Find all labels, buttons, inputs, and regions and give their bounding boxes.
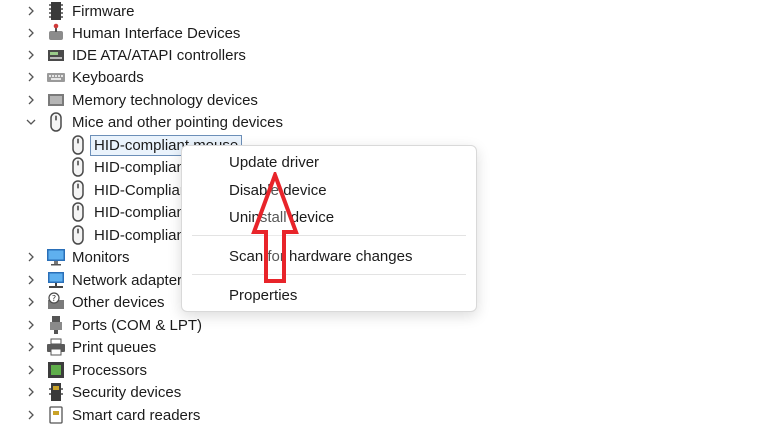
chevron-right-icon[interactable] xyxy=(24,93,38,107)
memory-icon xyxy=(46,90,66,110)
chevron-right-icon[interactable] xyxy=(24,295,38,309)
unknown-device-icon: ? xyxy=(46,292,66,312)
mouse-icon xyxy=(68,135,88,155)
tree-item-label: Print queues xyxy=(72,338,157,356)
keyboard-icon xyxy=(46,67,66,87)
smart-card-reader-icon xyxy=(46,405,66,425)
tree-item-human-interface-devices[interactable]: Human Interface Devices xyxy=(24,22,240,44)
hid-icon xyxy=(46,23,66,43)
chevron-right-icon[interactable] xyxy=(24,340,38,354)
chevron-right-icon[interactable] xyxy=(24,273,38,287)
menu-separator xyxy=(192,274,466,275)
menu-item-scan-hardware-changes[interactable]: Scan for hardware changes xyxy=(229,246,412,268)
tree-item-label: Firmware xyxy=(72,2,135,20)
tree-item-label: IDE ATA/ATAPI controllers xyxy=(72,46,246,64)
ide-controller-icon xyxy=(46,45,66,65)
tree-item-keyboards[interactable]: Keyboards xyxy=(24,66,144,88)
tree-item-label: Keyboards xyxy=(72,68,144,86)
firmware-icon xyxy=(46,1,66,21)
menu-item-properties[interactable]: Properties xyxy=(229,285,297,307)
monitor-icon xyxy=(46,247,66,267)
tree-item-label: Memory technology devices xyxy=(72,91,258,109)
mouse-icon xyxy=(68,225,88,245)
tree-item-label: Smart card readers xyxy=(72,406,201,424)
chevron-down-icon[interactable] xyxy=(24,115,38,129)
mouse-icon xyxy=(68,157,88,177)
security-device-icon xyxy=(46,382,66,402)
tree-item-label: Monitors xyxy=(72,248,130,266)
printer-icon xyxy=(46,337,66,357)
menu-separator xyxy=(192,235,466,236)
menu-item-uninstall-device[interactable]: Uninstall device xyxy=(229,207,334,229)
tree-item-label: Mice and other pointing devices xyxy=(72,113,283,131)
tree-child-hid-mouse[interactable]: HID-complian xyxy=(68,224,185,246)
mouse-icon xyxy=(46,112,66,132)
tree-item-label: Other devices xyxy=(72,293,165,311)
tree-item-security-devices[interactable]: Security devices xyxy=(24,381,181,403)
chevron-right-icon[interactable] xyxy=(24,408,38,422)
tree-item-print-queues[interactable]: Print queues xyxy=(24,336,156,358)
tree-item-firmware[interactable]: Firmware xyxy=(24,0,135,22)
svg-text:?: ? xyxy=(52,294,56,303)
mouse-icon xyxy=(68,202,88,222)
tree-child-label: HID-complian xyxy=(94,203,185,221)
tree-item-processors[interactable]: Processors xyxy=(24,359,147,381)
context-menu: Update driver Disable device Uninstall d… xyxy=(181,145,477,312)
chevron-right-icon[interactable] xyxy=(24,250,38,264)
tree-item-network-adapters[interactable]: Network adapters xyxy=(24,269,190,291)
menu-item-disable-device[interactable]: Disable device xyxy=(229,180,327,202)
tree-item-mice-and-other-pointing-devices[interactable]: Mice and other pointing devices xyxy=(24,111,283,133)
chevron-right-icon[interactable] xyxy=(24,363,38,377)
tree-child-hid-mouse[interactable]: HID-Complian xyxy=(68,179,188,201)
tree-child-label: HID-Complian xyxy=(94,181,189,199)
network-adapter-icon xyxy=(46,270,66,290)
chevron-right-icon[interactable] xyxy=(24,48,38,62)
chevron-right-icon[interactable] xyxy=(24,318,38,332)
tree-item-label: Network adapters xyxy=(72,271,190,289)
tree-child-hid-mouse[interactable]: HID-complian xyxy=(68,156,185,178)
tree-child-label: HID-complian xyxy=(94,158,185,176)
port-icon xyxy=(46,315,66,335)
tree-item-monitors[interactable]: Monitors xyxy=(24,246,130,268)
processor-icon xyxy=(46,360,66,380)
tree-child-label: HID-complian xyxy=(94,226,185,244)
tree-item-smart-card-readers[interactable]: Smart card readers xyxy=(24,404,200,426)
chevron-right-icon[interactable] xyxy=(24,26,38,40)
chevron-right-icon[interactable] xyxy=(24,385,38,399)
tree-item-label: Human Interface Devices xyxy=(72,24,241,42)
tree-item-ports[interactable]: Ports (COM & LPT) xyxy=(24,314,202,336)
chevron-right-icon[interactable] xyxy=(24,4,38,18)
chevron-right-icon[interactable] xyxy=(24,70,38,84)
tree-item-ide-ata-atapi-controllers[interactable]: IDE ATA/ATAPI controllers xyxy=(24,44,246,66)
tree-item-label: Security devices xyxy=(72,383,182,401)
tree-item-memory-technology-devices[interactable]: Memory technology devices xyxy=(24,89,258,111)
mouse-icon xyxy=(68,180,88,200)
menu-item-update-driver[interactable]: Update driver xyxy=(229,152,319,174)
tree-item-label: Ports (COM & LPT) xyxy=(72,316,203,334)
tree-child-hid-mouse[interactable]: HID-complian xyxy=(68,201,185,223)
tree-item-other-devices[interactable]: ? Other devices xyxy=(24,291,165,313)
tree-item-label: Processors xyxy=(72,361,148,379)
